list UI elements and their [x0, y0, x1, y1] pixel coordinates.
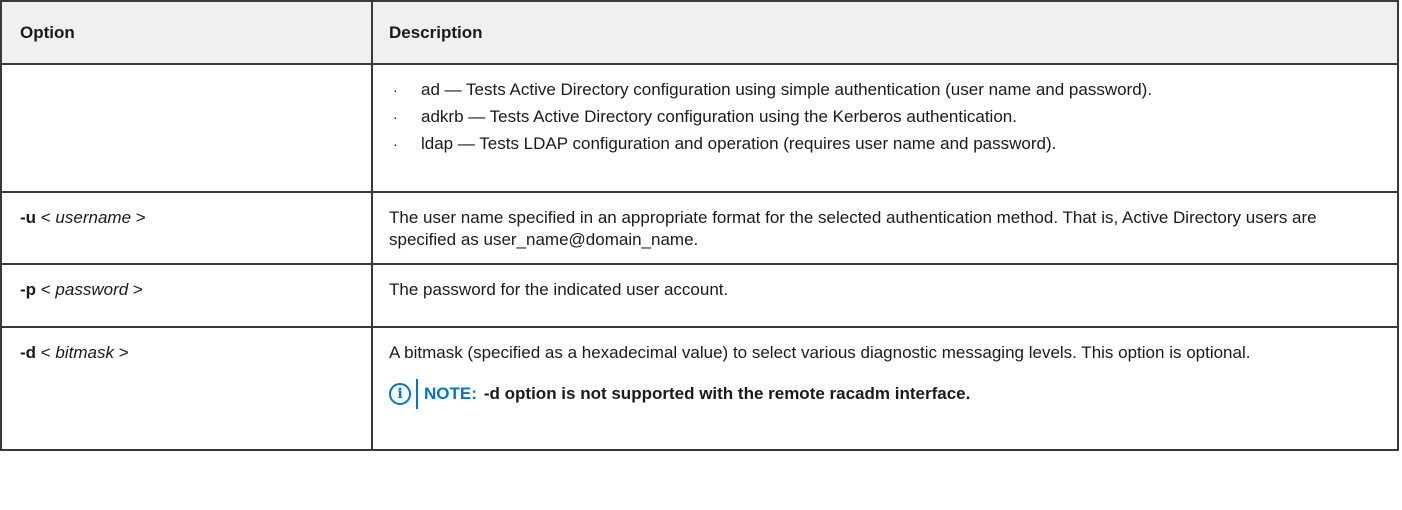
option-argument: password: [55, 280, 129, 299]
note-label: NOTE:: [424, 384, 477, 403]
description-text: The user name specified in an appropriat…: [389, 208, 1317, 249]
bullet-icon: ·: [393, 82, 398, 98]
arg-open-bracket: <: [36, 343, 56, 362]
list-item-text: ad — Tests Active Directory configuratio…: [421, 80, 1153, 99]
bullet-icon: ·: [393, 136, 398, 152]
list-item-text: adkrb — Tests Active Directory configura…: [421, 107, 1017, 126]
option-cell: -u < username >: [0, 191, 373, 265]
description-cell: A bitmask (specified as a hexadecimal va…: [371, 326, 1399, 451]
note-divider: [416, 379, 418, 409]
table-row: -p < password > The password for the ind…: [0, 263, 1399, 328]
note-text: -d option is not supported with the remo…: [483, 384, 971, 403]
header-description: Description: [371, 0, 1399, 65]
table-header-row: Option Description: [0, 0, 1399, 65]
arg-close-bracket: >: [128, 280, 143, 299]
info-icon: i: [389, 383, 411, 405]
option-flag: -p: [20, 280, 37, 299]
list-item: · ldap — Tests LDAP configuration and op…: [389, 133, 1381, 155]
arg-close-bracket: >: [114, 343, 129, 362]
option-cell: -d < bitmask >: [0, 326, 373, 451]
table-row: · ad — Tests Active Directory configurat…: [0, 63, 1399, 193]
table-row: -d < bitmask > A bitmask (specified as a…: [0, 326, 1399, 451]
option-cell: -p < password >: [0, 263, 373, 328]
option-argument: username: [55, 208, 132, 227]
list-item-text: ldap — Tests LDAP configuration and oper…: [421, 134, 1057, 153]
option-flag: -d: [20, 343, 37, 362]
header-option: Option: [0, 0, 373, 65]
arg-open-bracket: <: [36, 208, 56, 227]
list-item: · ad — Tests Active Directory configurat…: [389, 79, 1381, 101]
note-callout: i NOTE: -d option is not supported with …: [389, 378, 1381, 410]
option-flag: -u: [20, 208, 37, 227]
option-argument: bitmask: [55, 343, 114, 362]
bullet-icon: ·: [393, 109, 398, 125]
list-item: · adkrb — Tests Active Directory configu…: [389, 106, 1381, 128]
options-table: Option Description · ad — Tests Active D…: [0, 0, 1399, 451]
auth-method-list: · ad — Tests Active Directory configurat…: [389, 79, 1381, 155]
description-text: A bitmask (specified as a hexadecimal va…: [389, 343, 1251, 362]
table-row: -u < username > The user name specified …: [0, 191, 1399, 265]
description-cell: The user name specified in an appropriat…: [371, 191, 1399, 265]
description-cell: · ad — Tests Active Directory configurat…: [371, 63, 1399, 193]
arg-open-bracket: <: [36, 280, 56, 299]
description-text: The password for the indicated user acco…: [389, 280, 729, 299]
description-cell: The password for the indicated user acco…: [371, 263, 1399, 328]
arg-close-bracket: >: [131, 208, 146, 227]
option-cell-empty: [0, 63, 373, 193]
